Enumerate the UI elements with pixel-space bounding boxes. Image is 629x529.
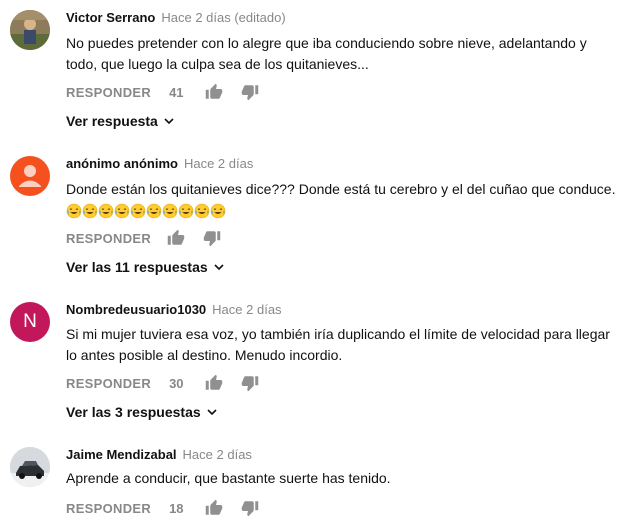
avatar[interactable]: N bbox=[10, 302, 50, 342]
chevron-down-icon bbox=[164, 118, 174, 125]
tears-of-joy-emoji bbox=[178, 203, 194, 219]
tears-of-joy-emoji bbox=[194, 203, 210, 219]
thumbs-up-icon[interactable] bbox=[205, 499, 223, 517]
tears-of-joy-emoji bbox=[210, 203, 226, 219]
tears-of-joy-emoji bbox=[114, 203, 130, 219]
comment-time[interactable]: Hace 2 días (editado) bbox=[161, 10, 285, 25]
thumbs-up-icon[interactable] bbox=[205, 83, 223, 101]
like-count: 41 bbox=[169, 84, 184, 100]
comment-author[interactable]: Nombredeusuario1030 bbox=[66, 302, 206, 317]
like-count: 18 bbox=[169, 500, 184, 516]
tears-of-joy-emoji bbox=[146, 203, 162, 219]
thumbs-down-icon[interactable] bbox=[241, 83, 259, 101]
tears-of-joy-emoji bbox=[66, 203, 82, 219]
tears-of-joy-emoji bbox=[162, 203, 178, 219]
comment-header: Jaime Mendizabal Hace 2 días bbox=[66, 447, 252, 462]
comment-time[interactable]: Hace 2 días bbox=[184, 156, 253, 171]
comment-time[interactable]: Hace 2 días bbox=[212, 302, 281, 317]
thumbs-up-icon[interactable] bbox=[167, 229, 185, 247]
view-replies-label: Ver las 3 respuestas bbox=[66, 404, 201, 420]
comment-time[interactable]: Hace 2 días bbox=[183, 447, 252, 462]
tears-of-joy-emoji bbox=[130, 203, 146, 219]
comment-header: Nombredeusuario1030 Hace 2 días bbox=[66, 302, 282, 317]
chevron-down-icon bbox=[207, 409, 217, 416]
comment-actions: RESPONDER 30 bbox=[66, 373, 259, 393]
comment-text-line: Donde están los quitanieves dice??? Dond… bbox=[66, 181, 616, 197]
avatar[interactable] bbox=[10, 447, 50, 487]
view-replies-button[interactable]: Ver respuesta bbox=[66, 113, 174, 129]
comment-text: Donde están los quitanieves dice??? Dond… bbox=[66, 179, 616, 221]
comment-text: Aprende a conducir, que bastante suerte … bbox=[66, 470, 391, 486]
default-user-icon bbox=[19, 165, 41, 187]
comment-actions: RESPONDER 18 bbox=[66, 498, 259, 518]
reply-button[interactable]: RESPONDER bbox=[66, 376, 151, 391]
avatar[interactable] bbox=[10, 156, 50, 196]
comment-actions: RESPONDER 41 bbox=[66, 82, 259, 102]
tears-of-joy-emoji bbox=[82, 203, 98, 219]
comment-author[interactable]: Victor Serrano bbox=[66, 10, 155, 25]
view-replies-label: Ver las 11 respuestas bbox=[66, 259, 208, 275]
comment-actions: RESPONDER bbox=[66, 228, 221, 248]
reply-button[interactable]: RESPONDER bbox=[66, 231, 151, 246]
reply-button[interactable]: RESPONDER bbox=[66, 85, 151, 100]
comment-text: No puedes pretender con lo alegre que ib… bbox=[66, 35, 587, 72]
comment-header: anónimo anónimo Hace 2 días bbox=[66, 156, 253, 171]
view-replies-button[interactable]: Ver las 11 respuestas bbox=[66, 259, 224, 275]
reply-button[interactable]: RESPONDER bbox=[66, 501, 151, 516]
thumbs-down-icon[interactable] bbox=[241, 499, 259, 517]
comment-author[interactable]: Jaime Mendizabal bbox=[66, 447, 177, 462]
thumbs-up-icon[interactable] bbox=[205, 374, 223, 392]
tears-of-joy-emoji bbox=[98, 203, 114, 219]
view-replies-button[interactable]: Ver las 3 respuestas bbox=[66, 404, 217, 420]
view-replies-label: Ver respuesta bbox=[66, 113, 158, 129]
avatar-letter: N bbox=[23, 311, 37, 332]
thumbs-down-icon[interactable] bbox=[203, 229, 221, 247]
thumbs-down-icon[interactable] bbox=[241, 374, 259, 392]
comment-text: Si mi mujer tuviera esa voz, yo también … bbox=[66, 326, 610, 363]
like-count: 30 bbox=[169, 375, 184, 391]
avatar[interactable] bbox=[10, 10, 50, 50]
comment-header: Victor Serrano Hace 2 días (editado) bbox=[66, 10, 286, 25]
emoji-row bbox=[66, 203, 226, 219]
chevron-down-icon bbox=[214, 264, 224, 271]
comment-author[interactable]: anónimo anónimo bbox=[66, 156, 178, 171]
